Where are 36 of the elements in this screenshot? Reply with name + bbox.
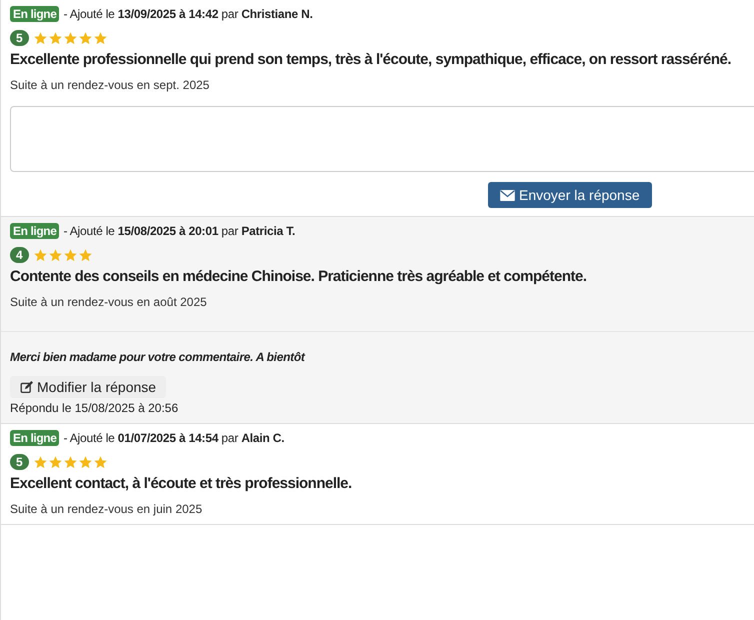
reply-field[interactable] bbox=[10, 106, 754, 172]
star-icon bbox=[48, 454, 63, 470]
send-reply-button[interactable]: Envoyer la réponse bbox=[488, 182, 652, 208]
star-icon bbox=[32, 30, 48, 46]
review-meta: - Ajouté le 13/09/2025 à 14:42 par Christiane N. bbox=[63, 7, 313, 21]
star-icon bbox=[48, 30, 63, 46]
review-meta: - Ajouté le 15/08/2025 à 20:01 par Patricia T. bbox=[63, 224, 296, 238]
star-icon bbox=[62, 454, 78, 470]
review-text: Contente des conseils en médecine Chinoise. Praticienne très agréable et compétente. bbox=[10, 267, 588, 287]
star-icon bbox=[48, 248, 63, 262]
reply-date: Répondu le 15/08/2025 à 20:56 bbox=[10, 401, 180, 415]
review-meta: - Ajouté le 01/07/2025 à 14:54 par Alain C. bbox=[63, 431, 284, 445]
edit-reply-button[interactable]: Modifier la réponse bbox=[10, 376, 166, 398]
rating-badge: 4 bbox=[10, 247, 29, 263]
status-badge: En ligne bbox=[10, 430, 60, 446]
star-icon bbox=[32, 248, 48, 262]
star-icon bbox=[78, 248, 93, 262]
review-context: Suite à un rendez-vous en sept. 2025 bbox=[10, 78, 210, 92]
star-icon bbox=[92, 454, 108, 470]
edit-icon bbox=[20, 380, 33, 394]
reply-text: Merci bien madame pour votre commentaire. A bientôt bbox=[10, 350, 306, 364]
review-text: Excellent contact, à l'écoute et très professionnelle. bbox=[10, 474, 353, 494]
star-icon bbox=[62, 30, 78, 46]
status-badge: En ligne bbox=[10, 223, 60, 239]
star-icon bbox=[92, 30, 108, 46]
review-context: Suite à un rendez-vous en juin 2025 bbox=[10, 502, 204, 516]
envelope-icon bbox=[500, 190, 515, 200]
rating-badge: 5 bbox=[10, 454, 29, 470]
star-icon bbox=[78, 454, 93, 470]
review-text: Excellente professionnelle qui prend son temps, très à l'écoute, sympathique, efficace, on ressort rasséréné. bbox=[10, 50, 732, 70]
star-icon bbox=[78, 30, 93, 46]
rating-badge: 5 bbox=[10, 30, 29, 46]
status-badge: En ligne bbox=[10, 6, 60, 22]
star-icon bbox=[32, 454, 48, 470]
star-icon bbox=[62, 248, 78, 262]
review-context: Suite à un rendez-vous en août 2025 bbox=[10, 295, 208, 309]
